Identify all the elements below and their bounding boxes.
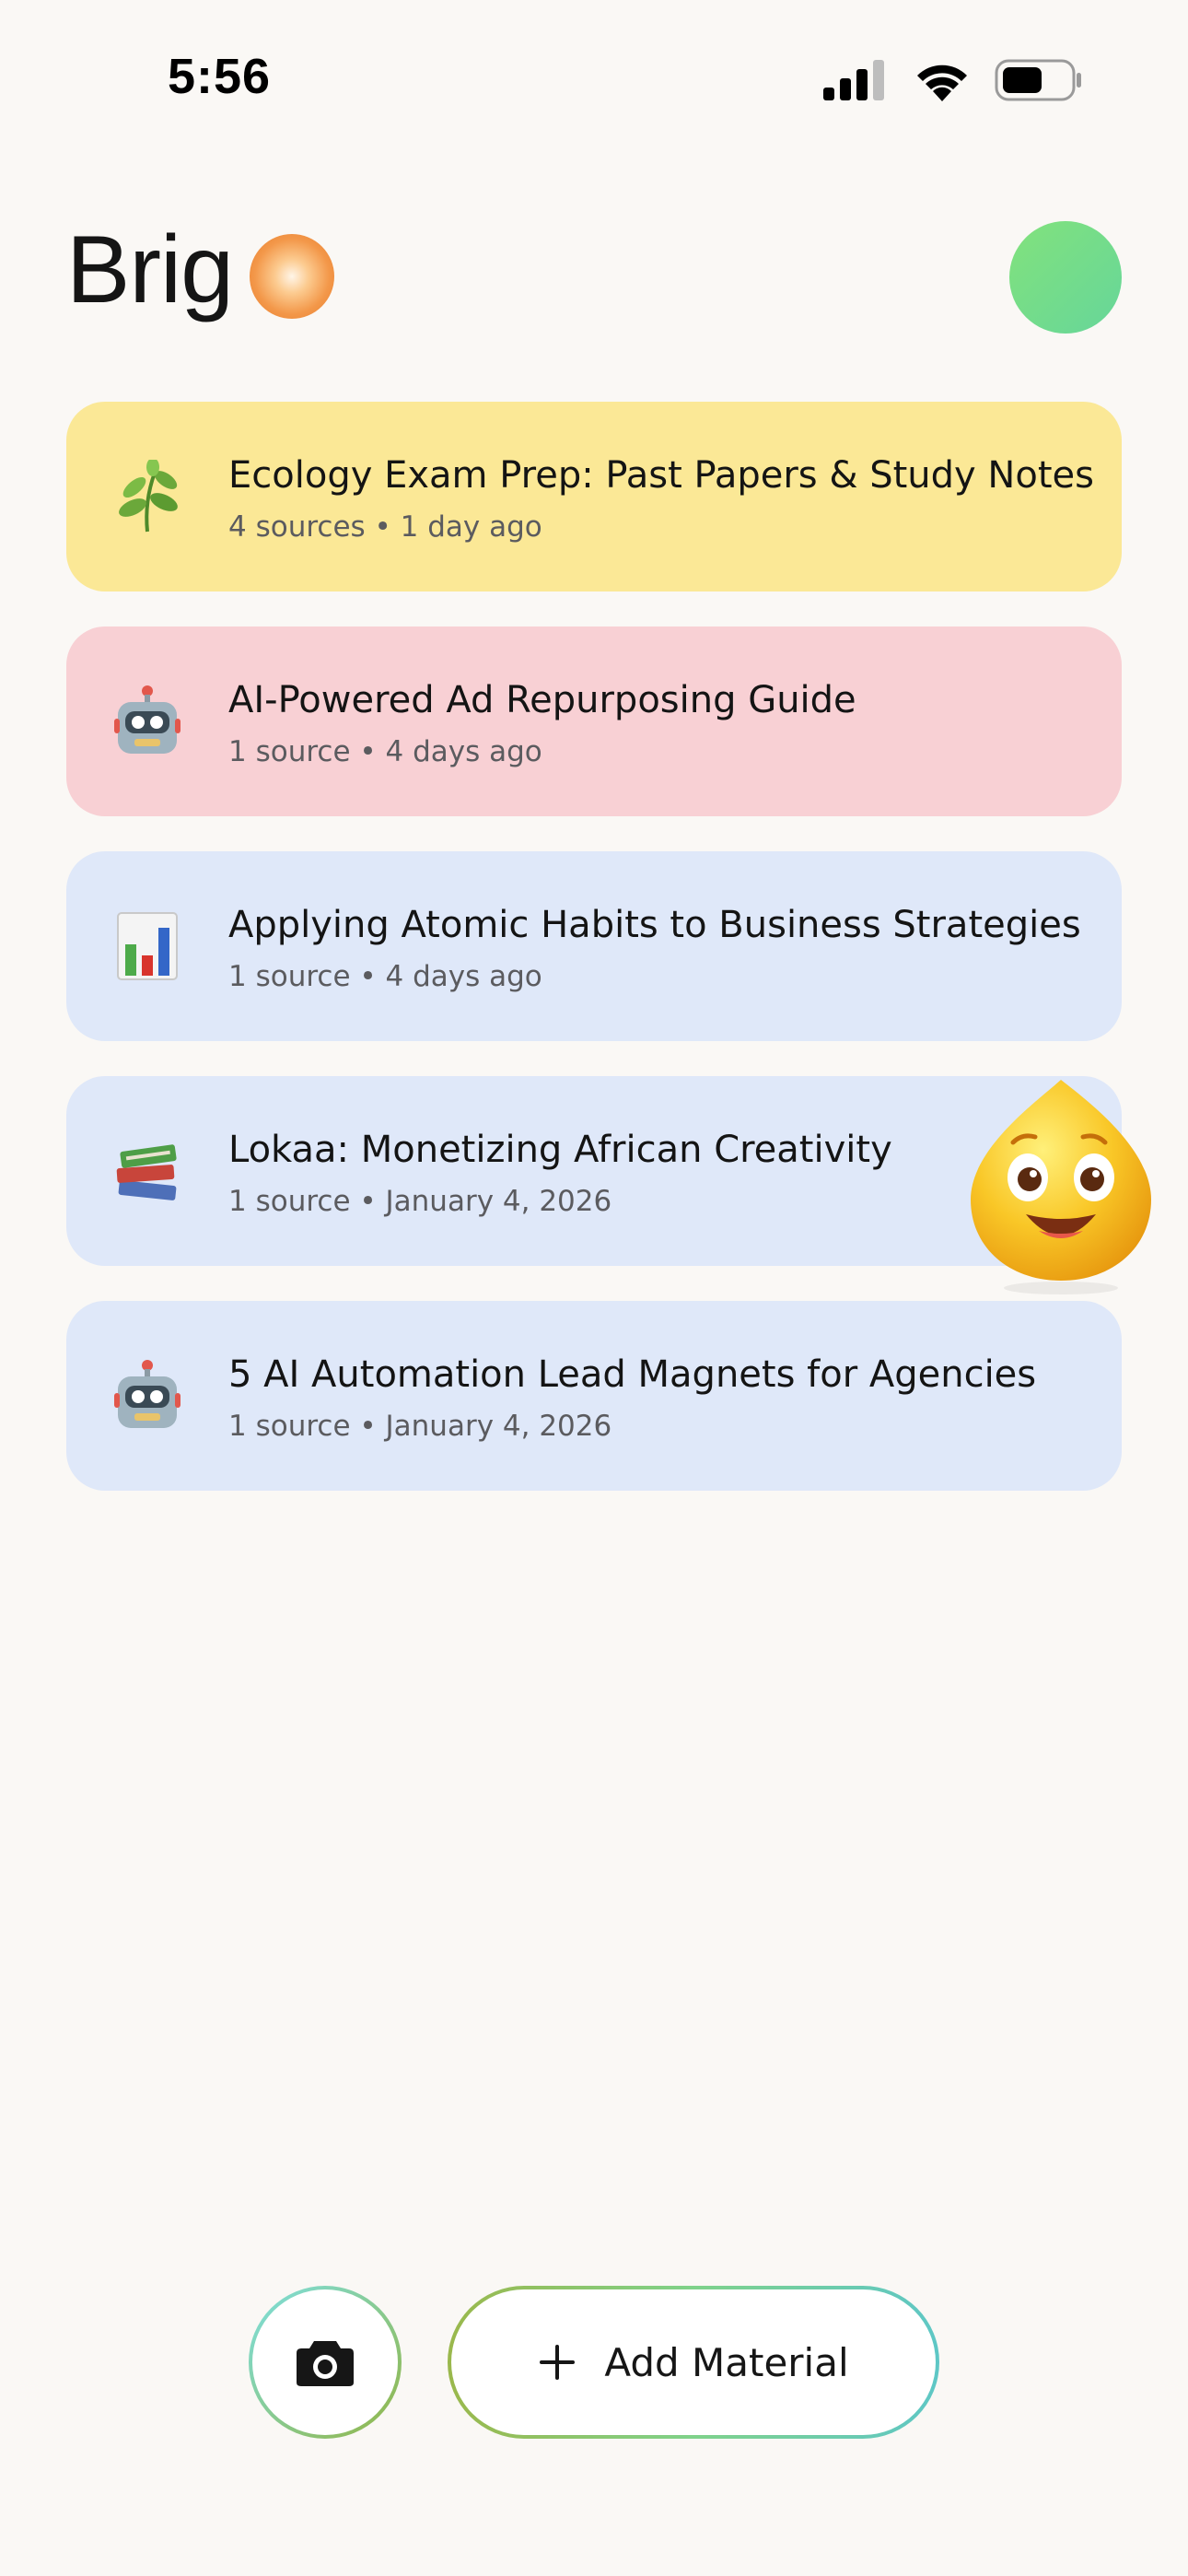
- orb-logo-icon: [249, 234, 334, 319]
- cellular-signal-icon: [823, 60, 884, 100]
- notebook-meta: 1 source • 4 days ago: [228, 960, 542, 993]
- bar-chart-icon: [66, 911, 228, 981]
- camera-button[interactable]: [249, 2286, 402, 2439]
- camera-icon: [297, 2341, 354, 2386]
- brand-title: Brig: [66, 217, 234, 323]
- avatar[interactable]: [1009, 221, 1122, 334]
- status-time: 5:56: [168, 49, 272, 104]
- plus-icon: [540, 2345, 576, 2380]
- notebook-list: Ecology Exam Prep: Past Papers & Study N…: [66, 402, 1122, 1526]
- battery-icon: [995, 59, 1081, 101]
- books-icon: [66, 1139, 228, 1203]
- add-material-button[interactable]: Add Material: [448, 2286, 939, 2439]
- robot-icon: [66, 1360, 228, 1432]
- camera-button-face: [252, 2289, 398, 2435]
- wifi-icon: [917, 64, 967, 101]
- notebook-meta: 4 sources • 1 day ago: [228, 510, 542, 544]
- add-material-button-face: Add Material: [451, 2289, 936, 2435]
- status-icons: [823, 55, 1083, 105]
- notebook-card[interactable]: Lokaa: Monetizing African Creativity 1 s…: [66, 1076, 1122, 1266]
- notebook-meta: 1 source • 4 days ago: [228, 735, 542, 768]
- notebook-card[interactable]: Ecology Exam Prep: Past Papers & Study N…: [66, 402, 1122, 591]
- screen: 5:56 Brig Ecology Exam Prep: Past Papers…: [0, 0, 1188, 2576]
- add-material-label: Add Material: [604, 2339, 849, 2385]
- notebook-card[interactable]: Applying Atomic Habits to Business Strat…: [66, 851, 1122, 1041]
- notebook-title: 5 AI Automation Lead Magnets for Agencie…: [228, 1353, 1037, 1396]
- herb-leaf-icon: [66, 460, 228, 533]
- smiling-drop-mascot-icon[interactable]: [965, 1076, 1159, 1297]
- app-brand: Brig: [66, 221, 334, 319]
- notebook-card[interactable]: 5 AI Automation Lead Magnets for Agencie…: [66, 1301, 1122, 1491]
- notebook-meta: 1 source • January 4, 2026: [228, 1410, 612, 1443]
- robot-icon: [66, 685, 228, 757]
- notebook-card[interactable]: AI-Powered Ad Repurposing Guide 1 source…: [66, 626, 1122, 816]
- notebook-title: Applying Atomic Habits to Business Strat…: [228, 904, 1081, 946]
- notebook-title: AI-Powered Ad Repurposing Guide: [228, 679, 856, 721]
- notebook-title: Ecology Exam Prep: Past Papers & Study N…: [228, 454, 1094, 497]
